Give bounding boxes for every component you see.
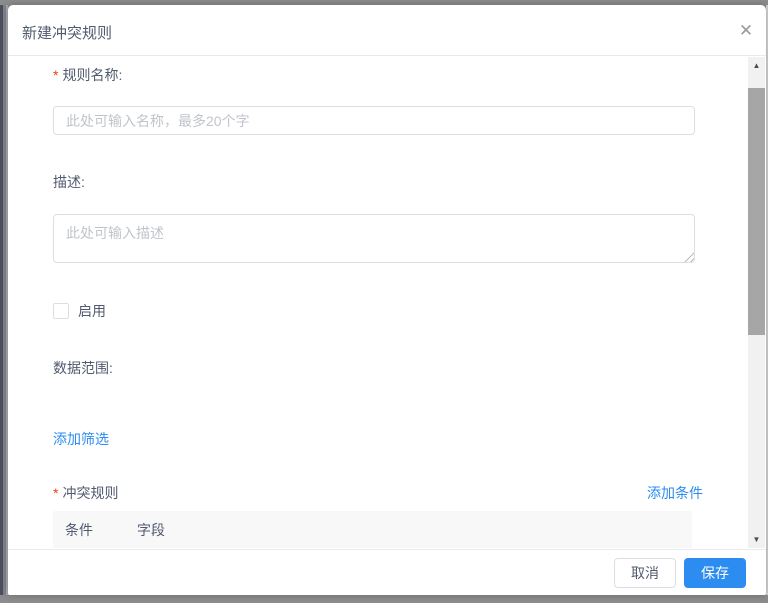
data-scope-label: 数据范围:: [53, 358, 695, 378]
conflict-rules-row: * 冲突规则 添加条件: [53, 483, 703, 503]
rule-name-input[interactable]: [53, 106, 695, 135]
close-icon[interactable]: ✕: [734, 19, 758, 43]
scroll-up-icon[interactable]: ▲: [748, 57, 765, 74]
enable-checkbox-row: 启用: [53, 301, 106, 321]
new-conflict-rule-modal: 新建冲突规则 ✕ *规则名称: 描述: 启用 数据范围: 添加筛选 * 冲突规则…: [8, 5, 766, 595]
rule-name-label-row: *规则名称:: [53, 65, 695, 85]
add-filter-link[interactable]: 添加筛选: [53, 429, 109, 449]
modal-footer: 取消 保存: [8, 549, 766, 595]
background-left-edge: [0, 5, 8, 595]
required-asterisk: *: [53, 485, 58, 501]
enable-checkbox[interactable]: [53, 303, 69, 319]
modal-header: 新建冲突规则 ✕: [8, 5, 766, 56]
conflict-rules-label: 冲突规则: [62, 483, 118, 503]
rule-name-label: 规则名称:: [62, 67, 122, 83]
add-condition-link[interactable]: 添加条件: [647, 483, 703, 503]
enable-label: 启用: [78, 301, 106, 321]
save-button[interactable]: 保存: [684, 558, 746, 588]
vertical-scrollbar[interactable]: ▲ ▼: [748, 57, 765, 548]
required-asterisk: *: [53, 67, 58, 83]
description-textarea[interactable]: [53, 214, 695, 263]
modal-title: 新建冲突规则: [22, 22, 112, 43]
conflict-rules-label-wrap: * 冲突规则: [53, 483, 118, 503]
column-header-field: 字段: [137, 520, 165, 540]
description-label: 描述:: [53, 172, 695, 192]
scroll-down-icon[interactable]: ▼: [748, 531, 765, 548]
conflict-rules-table-header: 条件 字段: [53, 511, 692, 548]
modal-body: *规则名称: 描述: 启用 数据范围: 添加筛选 * 冲突规则 添加条件 条件 …: [8, 56, 766, 549]
scrollbar-thumb[interactable]: [748, 88, 765, 335]
column-header-condition: 条件: [53, 520, 137, 540]
cancel-button[interactable]: 取消: [614, 558, 676, 588]
